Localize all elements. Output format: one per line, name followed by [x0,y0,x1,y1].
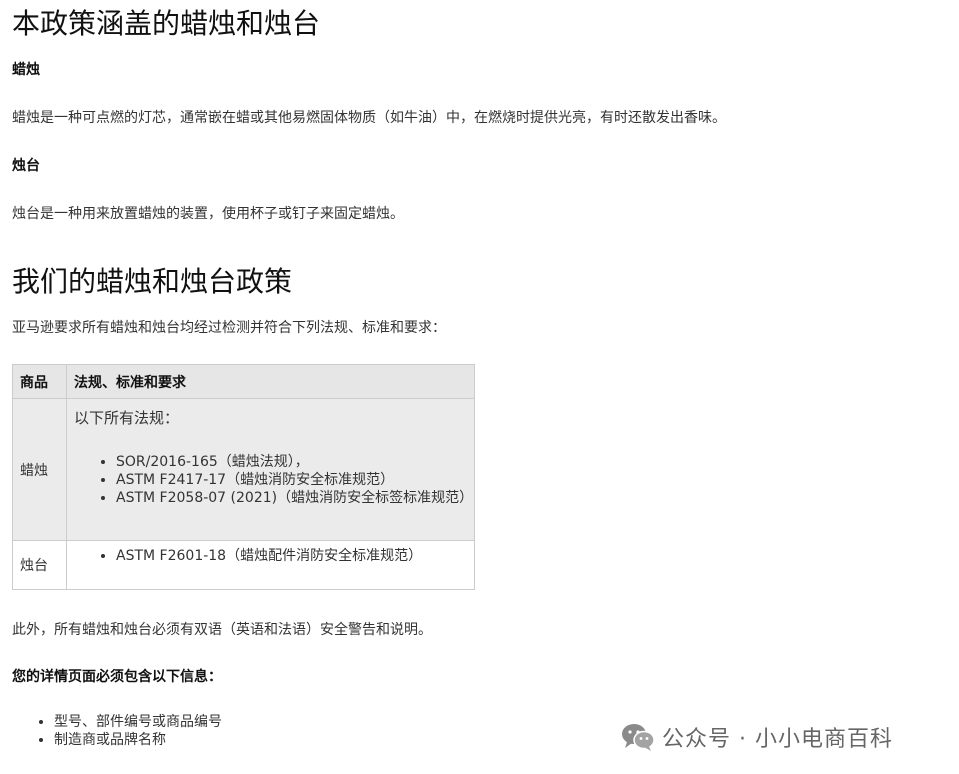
watermark: 公众号 · 小小电商百科 [620,719,893,755]
list-item: SOR/2016-165（蜡烛法规）， [116,453,467,471]
table-cell-product: 蜡烛 [12,398,67,541]
detail-page-heading: 您的详情页面必须包含以下信息： [12,669,222,685]
section-title-coverage: 本政策涵盖的蜡烛和烛台 [12,7,321,40]
list-item: 制造商或品牌名称 [54,731,222,749]
section-title-policy: 我们的蜡烛和烛台政策 [12,265,293,298]
list-item: 型号、部件编号或商品编号 [54,713,222,731]
table-header-row: 商品 法规、标准和要求 [12,364,475,399]
table-row: 蜡烛 以下所有法规： SOR/2016-165（蜡烛法规）， ASTM F241… [12,398,475,541]
list-item: ASTM F2601-18（蜡烛配件消防安全标准规范） [116,547,467,565]
requirements-list: SOR/2016-165（蜡烛法规）， ASTM F2417-17（蜡烛消防安全… [74,453,473,507]
table-header-requirements: 法规、标准和要求 [66,364,475,399]
policy-intro: 亚马逊要求所有蜡烛和烛台均经过检测并符合下列法规、标准和要求： [12,320,446,336]
table-cell-requirements: ASTM F2601-18（蜡烛配件消防安全标准规范） [66,540,475,590]
bilingual-warning-note: 此外，所有蜡烛和烛台必须有双语（英语和法语）安全警告和说明。 [12,622,432,638]
table-header-product: 商品 [12,364,67,399]
list-item: ASTM F2058-07 (2021)（蜡烛消防安全标签标准规范） [116,489,473,507]
table-cell-product: 烛台 [12,540,67,590]
wechat-icon [620,722,656,752]
candle-description: 蜡烛是一种可点燃的灯芯，通常嵌在蜡或其他易燃固体物质（如牛油）中，在燃烧时提供光… [12,110,726,126]
holder-heading: 烛台 [12,158,40,174]
requirements-list: ASTM F2601-18（蜡烛配件消防安全标准规范） [74,547,467,565]
requirements-table: 商品 法规、标准和要求 蜡烛 以下所有法规： SOR/2016-165（蜡烛法规… [12,364,475,590]
table-cell-requirements: 以下所有法规： SOR/2016-165（蜡烛法规）， ASTM F2417-1… [66,398,475,541]
list-item: ASTM F2417-17（蜡烛消防安全标准规范） [116,471,467,489]
candle-heading: 蜡烛 [12,62,40,78]
detail-page-list: 型号、部件编号或商品编号 制造商或品牌名称 [12,713,222,749]
holder-description: 烛台是一种用来放置蜡烛的装置，使用杯子或钉子来固定蜡烛。 [12,206,404,222]
requirements-intro: 以下所有法规： [74,409,180,427]
table-row: 烛台 ASTM F2601-18（蜡烛配件消防安全标准规范） [12,540,475,590]
watermark-text: 公众号 · 小小电商百科 [662,727,893,752]
